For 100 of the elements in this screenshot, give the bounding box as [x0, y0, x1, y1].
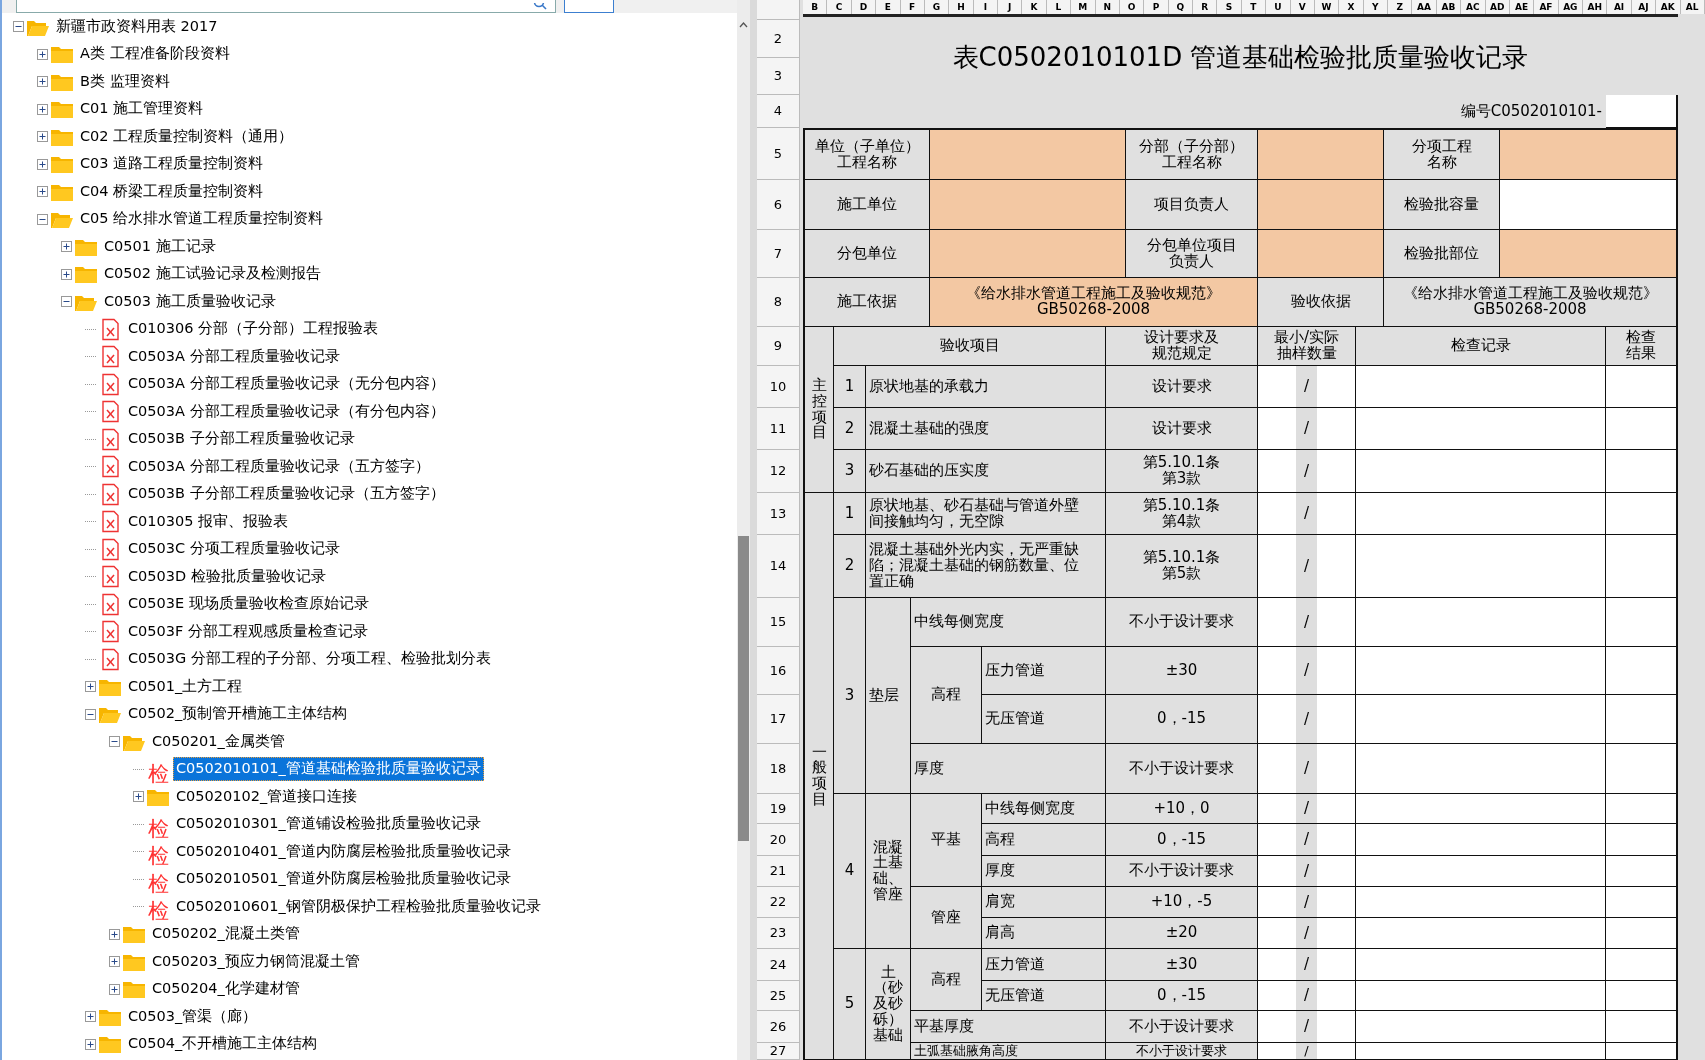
scroll-up-icon[interactable]: [739, 22, 748, 28]
row-number[interactable]: 7: [757, 230, 800, 278]
tree-item[interactable]: C0502010301_管道铺设检验批质量验收记录: [173, 812, 484, 837]
row-number[interactable]: 25: [757, 981, 800, 1011]
tree-toggle[interactable]: [85, 1011, 96, 1023]
blank-cell[interactable]: [1606, 647, 1678, 695]
row-number[interactable]: 5: [757, 128, 800, 180]
tree-toggle[interactable]: [37, 76, 48, 88]
row-number[interactable]: 4: [757, 95, 800, 128]
tree-toggle[interactable]: [85, 708, 96, 720]
blank-cell[interactable]: [1356, 949, 1606, 981]
blank-cell[interactable]: [1606, 981, 1678, 1011]
tree-item[interactable]: C02 工程质量控制资料（通用）: [77, 124, 297, 149]
tree-toggle[interactable]: [85, 681, 96, 693]
row-number[interactable]: 19: [757, 794, 800, 824]
input-cell[interactable]: [1500, 128, 1678, 180]
tree-toggle[interactable]: [37, 131, 48, 143]
tree-item[interactable]: C0503B 子分部工程质量验收记录（五方签字）: [125, 482, 448, 507]
row-number[interactable]: 2: [757, 20, 800, 58]
tree-item[interactable]: C0503 施工质量验收记录: [101, 289, 279, 314]
tree-item[interactable]: C0502010501_管道外防腐层检验批质量验收记录: [173, 867, 514, 892]
tree-toggle[interactable]: [13, 21, 24, 33]
tree-item[interactable]: C0504_不开槽施工主体结构: [125, 1032, 321, 1057]
tree-item[interactable]: C0502010101_管道基础检验批质量验收记录: [173, 757, 484, 782]
column-header[interactable]: W: [1314, 0, 1340, 14]
column-header[interactable]: AL: [1680, 0, 1705, 14]
blank-cell[interactable]: [1606, 949, 1678, 981]
row-number[interactable]: 23: [757, 918, 800, 949]
tree-item[interactable]: C050204_化学建材管: [149, 977, 303, 1002]
blank-cell[interactable]: [1356, 695, 1606, 744]
input-cell[interactable]: [1258, 230, 1384, 278]
tree-toggle[interactable]: [37, 48, 48, 60]
tree-item[interactable]: C03 道路工程质量控制资料: [77, 152, 267, 177]
row-number[interactable]: 14: [757, 535, 800, 598]
tree-toggle[interactable]: [61, 241, 72, 253]
blank-cell[interactable]: [1356, 1043, 1606, 1060]
row-number[interactable]: 9: [757, 327, 800, 366]
input-cell[interactable]: [1500, 230, 1678, 278]
column-header[interactable]: E: [876, 0, 901, 14]
blank-cell[interactable]: [1356, 794, 1606, 824]
tree-item[interactable]: C0503G 分部工程的子分部、分项工程、检验批划分表: [125, 647, 494, 672]
column-header[interactable]: AK: [1656, 0, 1681, 14]
row-number[interactable]: 10: [757, 366, 800, 408]
input-cell[interactable]: [930, 128, 1126, 180]
tree-item[interactable]: 新疆市政资料用表 2017: [53, 14, 221, 39]
row-number[interactable]: 26: [757, 1011, 800, 1043]
column-header[interactable]: D: [851, 0, 877, 14]
tree-toggle[interactable]: [61, 296, 72, 308]
blank-cell[interactable]: [1356, 918, 1606, 949]
row-number[interactable]: 12: [757, 450, 800, 493]
blank-cell[interactable]: [1606, 794, 1678, 824]
column-header[interactable]: AE: [1509, 0, 1535, 14]
row-number[interactable]: 22: [757, 887, 800, 918]
column-header[interactable]: AG: [1558, 0, 1583, 14]
blank-cell[interactable]: [1606, 1011, 1678, 1043]
tree-item[interactable]: C05020102_管道接口连接: [173, 784, 361, 809]
column-header[interactable]: C: [827, 0, 852, 14]
tree-item[interactable]: C0503C 分项工程质量验收记录: [125, 537, 343, 562]
tree-item[interactable]: C010305 报审、报验表: [125, 509, 292, 534]
column-header[interactable]: AI: [1607, 0, 1632, 14]
tree-item[interactable]: C0502010401_管道内防腐层检验批质量验收记录: [173, 839, 514, 864]
column-header[interactable]: AH: [1583, 0, 1608, 14]
input-cell[interactable]: [1258, 128, 1384, 180]
input-cell[interactable]: [930, 180, 1126, 230]
blank-cell[interactable]: [1606, 598, 1678, 647]
row-number[interactable]: 8: [757, 278, 800, 327]
column-header[interactable]: H: [949, 0, 974, 14]
column-header[interactable]: X: [1339, 0, 1364, 14]
column-header[interactable]: V: [1290, 0, 1315, 14]
column-header[interactable]: AJ: [1631, 0, 1657, 14]
blank-cell[interactable]: [1606, 493, 1678, 535]
blank-cell[interactable]: [1606, 744, 1678, 794]
column-header[interactable]: Y: [1363, 0, 1388, 14]
input-cell[interactable]: 《给水排水管道工程施工及验收规范》 GB50268-2008: [930, 278, 1258, 327]
row-number[interactable]: 16: [757, 647, 800, 695]
input-cell[interactable]: [1606, 95, 1678, 128]
column-header[interactable]: O: [1119, 0, 1145, 14]
tree-toggle[interactable]: [61, 268, 72, 280]
tree-toggle[interactable]: [37, 103, 48, 115]
column-header[interactable]: I: [973, 0, 998, 14]
tree-item[interactable]: A类 工程准备阶段资料: [77, 42, 233, 67]
tree-item[interactable]: C0503B 子分部工程质量验收记录: [125, 427, 358, 452]
row-number[interactable]: 18: [757, 744, 800, 794]
blank-cell[interactable]: [1356, 647, 1606, 695]
column-header[interactable]: N: [1095, 0, 1120, 14]
column-header[interactable]: AC: [1461, 0, 1486, 14]
tree-item[interactable]: C0503A 分部工程质量验收记录（有分包内容）: [125, 399, 448, 424]
column-header[interactable]: Z: [1388, 0, 1413, 14]
row-number[interactable]: 21: [757, 856, 800, 887]
blank-cell[interactable]: [1606, 695, 1678, 744]
tree-item[interactable]: C0502010601_钢管阴极保护工程检验批质量验收记录: [173, 894, 544, 919]
tree-item[interactable]: C0502 施工试验记录及检测报告: [101, 262, 324, 287]
tree-toggle[interactable]: [37, 213, 48, 225]
column-header[interactable]: L: [1046, 0, 1072, 14]
blank-cell[interactable]: [1606, 824, 1678, 856]
row-number[interactable]: 3: [757, 58, 800, 95]
input-cell[interactable]: [1500, 180, 1678, 230]
tree-toggle[interactable]: [109, 928, 120, 940]
blank-cell[interactable]: [1356, 535, 1606, 598]
blank-cell[interactable]: [1606, 408, 1678, 450]
